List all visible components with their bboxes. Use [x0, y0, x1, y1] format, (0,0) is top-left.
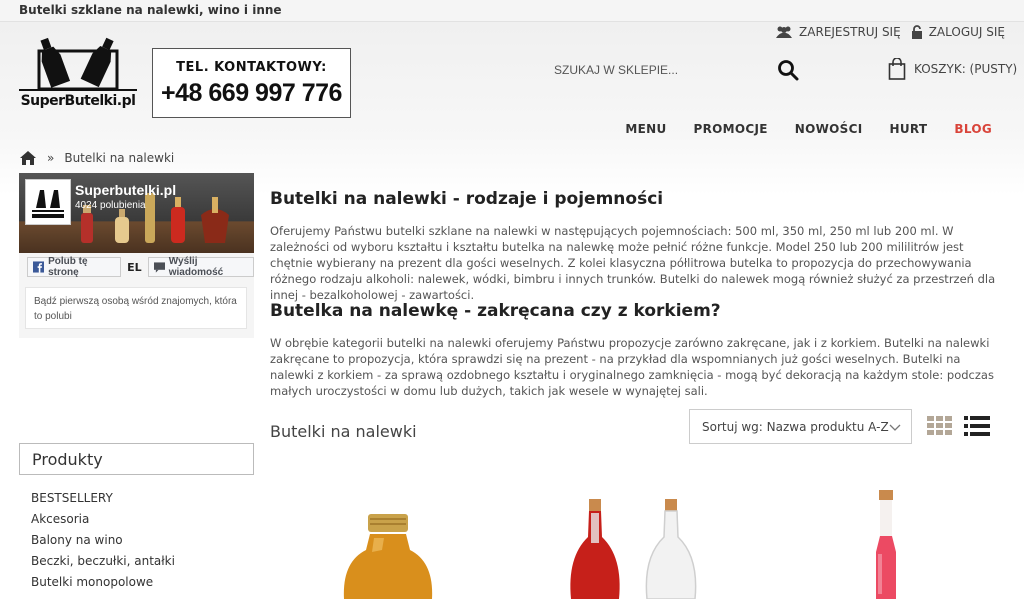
lock-icon — [911, 25, 922, 39]
category-item[interactable]: Akcesoria — [31, 511, 175, 532]
grid-view-icon[interactable] — [927, 416, 953, 436]
category-item[interactable]: Beczki, beczułki, antałki — [31, 553, 175, 574]
category-item[interactable]: Balony na wino — [31, 532, 175, 553]
contact-label: TEL. KONTAKTOWY: — [176, 60, 327, 75]
home-icon[interactable] — [19, 150, 37, 166]
breadcrumb-current: Butelki na nalewki — [64, 151, 175, 165]
product-image-tall-pink-bottle[interactable] — [866, 488, 906, 599]
products-category-title: Produkty — [32, 450, 103, 469]
facebook-likes-count: 4024 polubienia — [75, 200, 146, 211]
cart-link[interactable]: KOSZYK: (PUSTY) — [888, 58, 1017, 80]
category-item[interactable]: Butelki monopolowe — [31, 574, 175, 595]
products-category-header: Produkty — [19, 443, 254, 475]
content-paragraph-1: Oferujemy Państwu butelki szklane na nal… — [270, 224, 996, 302]
logo-avatar-icon — [32, 190, 64, 218]
breadcrumb: » Butelki na nalewki — [19, 150, 174, 166]
users-icon — [776, 26, 793, 38]
facebook-cover-image[interactable]: Superbutelki.pl 4024 polubienia — [19, 173, 254, 253]
bottles-logo-icon — [37, 37, 119, 89]
facebook-page-avatar — [25, 179, 71, 225]
facebook-like-button[interactable]: Polub tę stronę — [27, 256, 122, 278]
contact-phone-box: TEL. KONTAKTOWY: +48 669 997 776 — [152, 48, 351, 118]
nav-item-promocje[interactable]: PROMOCJE — [694, 122, 768, 136]
facebook-message-button[interactable]: Wyślij wiadomość — [147, 256, 254, 278]
contact-phone-number[interactable]: +48 669 997 776 — [153, 79, 350, 108]
sort-select[interactable]: Sortuj wg: Nazwa produktu A-Z — [689, 409, 912, 444]
login-link[interactable]: ZALOGUJ SIĘ — [911, 25, 1005, 39]
nav-item-hurt[interactable]: HURT — [890, 122, 928, 136]
site-logo[interactable]: SuperButelki.pl — [19, 33, 137, 121]
message-icon — [153, 261, 165, 273]
chevron-down-icon — [889, 424, 901, 431]
facebook-el-text: EL — [127, 260, 142, 274]
facebook-page-widget: Superbutelki.pl 4024 polubienia Polub tę… — [19, 173, 254, 338]
facebook-message-label: Wyślij wiadomość — [168, 256, 224, 278]
content-heading-1: Butelki na nalewki - rodzaje i pojemnośc… — [270, 189, 664, 209]
account-links: ZAREJESTRUJ SIĘ ZALOGUJ SIĘ — [775, 25, 1005, 39]
content-paragraph-2: W obrębie kategorii butelki na nalewki o… — [270, 336, 994, 398]
top-bar: Butelki szklane na nalewki, wino i inne — [0, 0, 1024, 22]
search-button[interactable] — [776, 58, 800, 82]
nav-item-nowosci[interactable]: NOWOŚCI — [795, 122, 863, 136]
nav-item-blog[interactable]: BLOG — [954, 122, 992, 136]
register-label: ZAREJESTRUJ SIĘ — [799, 25, 901, 39]
category-list: BESTSELLERY Akcesoria Balony na wino Bec… — [31, 490, 175, 595]
product-image-cork-bottles[interactable] — [565, 497, 700, 599]
facebook-friends-text: Bądź pierwszą osobą wśród znajomych, któ… — [25, 287, 247, 329]
shopping-bag-icon — [888, 58, 906, 80]
main-nav: MENU PROMOCJE NOWOŚCI HURT BLOG — [625, 122, 992, 136]
sort-select-value: Sortuj wg: Nazwa produktu A-Z — [702, 420, 889, 434]
login-label: ZALOGUJ SIĘ — [928, 25, 1005, 39]
content-heading-2: Butelka na nalewkę - zakręcana czy z kor… — [270, 301, 721, 321]
register-link[interactable]: ZAREJESTRUJ SIĘ — [775, 25, 901, 39]
logo-text: SuperButelki.pl — [19, 89, 137, 109]
list-view-icon[interactable] — [964, 415, 990, 437]
cart-label: KOSZYK: (PUSTY) — [914, 62, 1018, 76]
facebook-like-label: Polub tę stronę — [48, 256, 88, 278]
category-item[interactable]: BESTSELLERY — [31, 490, 175, 511]
nav-item-menu[interactable]: MENU — [625, 122, 666, 136]
facebook-page-name[interactable]: Superbutelki.pl — [75, 182, 176, 198]
search-input[interactable] — [554, 58, 769, 82]
listing-title: Butelki na nalewki — [270, 422, 417, 441]
search-icon — [778, 60, 799, 81]
breadcrumb-separator: » — [47, 151, 55, 165]
facebook-icon — [33, 261, 45, 273]
top-bar-tagline: Butelki szklane na nalewki, wino i inne — [19, 3, 282, 17]
product-image-amber-screw-bottle[interactable] — [330, 510, 450, 599]
facebook-actions: Polub tę stronę EL Wyślij wiadomość — [19, 253, 254, 281]
